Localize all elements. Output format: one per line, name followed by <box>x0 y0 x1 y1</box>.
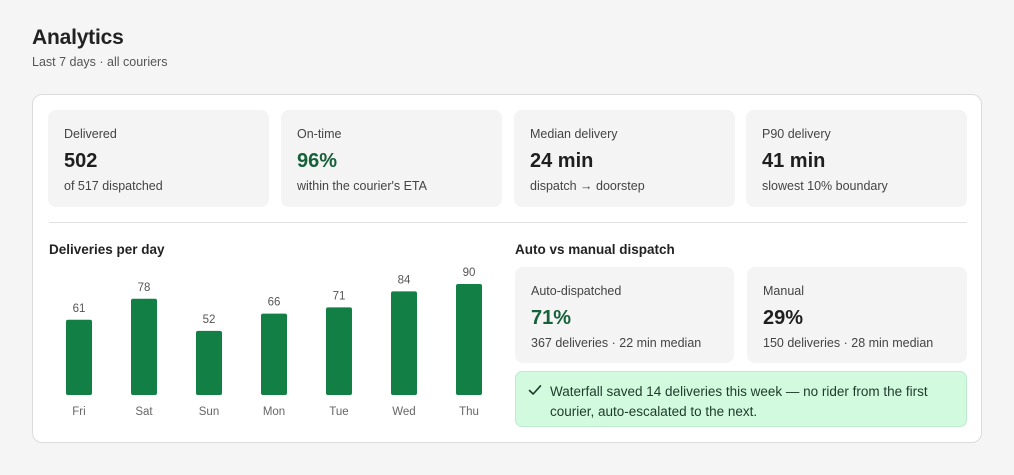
page-subtitle: Last 7 days · all couriers <box>32 55 168 69</box>
stat-sub: dispatch → doorstep <box>530 179 645 193</box>
stat-label: P90 delivery <box>762 127 831 141</box>
manual-dispatch-sub: 150 deliveries · 28 min median <box>763 336 934 350</box>
x-tick-label: Thu <box>459 406 479 418</box>
bar-thu <box>456 284 482 395</box>
stat-median-delivery: Median delivery 24 min dispatch → doorst… <box>514 110 735 207</box>
bar-value-label: 71 <box>333 290 346 302</box>
stat-label: On-time <box>297 127 342 141</box>
stat-p90-delivery: P90 delivery 41 min slowest 10% boundary <box>746 110 967 207</box>
x-tick-label: Fri <box>72 406 85 418</box>
bar-wed <box>391 291 417 395</box>
bar-value-label: 61 <box>73 303 86 315</box>
stat-sub: within the courier's ETA <box>297 179 427 193</box>
bar-tue <box>326 307 352 395</box>
stat-sub: of 517 dispatched <box>64 179 163 193</box>
check-icon <box>528 385 542 395</box>
stat-label: Median delivery <box>530 127 618 141</box>
stat-value: 41 min <box>762 150 826 172</box>
bar-value-label: 66 <box>268 297 281 309</box>
manual-dispatch-box: Manual 29% 150 deliveries · 28 min media… <box>747 267 967 363</box>
auto-dispatch-value: 71% <box>531 307 572 329</box>
bar-sat <box>131 298 157 395</box>
stat-delivered: Delivered 502 of 517 dispatched <box>48 110 269 207</box>
stat-sub: slowest 10% boundary <box>762 179 888 193</box>
bar-value-label: 84 <box>398 274 411 286</box>
bar-value-label: 90 <box>463 267 476 279</box>
bar-value-label: 52 <box>203 314 216 326</box>
bar-value-label: 78 <box>138 282 151 294</box>
stat-value: 502 <box>64 150 98 172</box>
bar-mon <box>261 313 287 395</box>
x-tick-label: Wed <box>392 406 415 418</box>
dispatch-title: Auto vs manual dispatch <box>515 242 675 257</box>
auto-dispatch-box: Auto-dispatched 71% 367 deliveries · 22 … <box>515 267 734 363</box>
stat-label: Delivered <box>64 127 117 141</box>
stat-value: 24 min <box>530 150 594 172</box>
manual-dispatch-value: 29% <box>763 307 804 329</box>
x-tick-label: Mon <box>263 406 285 418</box>
x-tick-label: Tue <box>329 406 348 418</box>
auto-dispatch-label: Auto-dispatched <box>531 284 622 298</box>
manual-dispatch-label: Manual <box>763 284 804 298</box>
waterfall-callout: Waterfall saved 14 deliveries this week … <box>515 371 967 427</box>
deliveries-bar-chart: 61 Fri 78 Sat 52 Sun 66 Mon 71 Tue 84 Wed 90 Thu <box>66 267 482 418</box>
chart-title: Deliveries per day <box>49 242 165 257</box>
callout-text: Waterfall saved 14 deliveries this week … <box>550 384 928 419</box>
x-tick-label: Sun <box>199 406 219 418</box>
bar-sun <box>196 330 222 395</box>
stat-value: 96% <box>297 150 338 172</box>
stat-on-time: On-time 96% within the courier's ETA <box>281 110 502 207</box>
divider <box>49 222 967 223</box>
bar-fri <box>66 319 92 395</box>
page-title: Analytics <box>32 26 124 49</box>
analytics-card: Delivered 502 of 517 dispatched On-time … <box>32 94 982 443</box>
auto-dispatch-sub: 367 deliveries · 22 min median <box>531 336 702 350</box>
x-tick-label: Sat <box>135 406 153 418</box>
